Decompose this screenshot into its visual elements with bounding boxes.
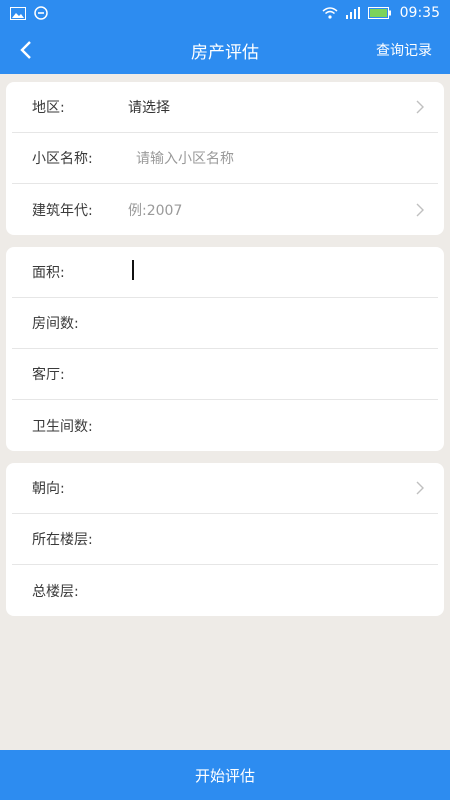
bathrooms-row[interactable]: 卫生间数: xyxy=(12,400,438,451)
region-label: 地区: xyxy=(32,100,65,116)
wifi-icon xyxy=(322,7,338,19)
status-bar: 09:35 xyxy=(0,0,450,26)
community-label: 小区名称: xyxy=(32,151,93,167)
chevron-right-icon xyxy=(416,481,424,495)
rooms-row[interactable]: 房间数: xyxy=(12,298,438,349)
floor-row[interactable]: 所在楼层: xyxy=(12,514,438,565)
area-label: 面积: xyxy=(32,265,65,281)
query-history-button[interactable]: 查询记录 xyxy=(376,40,432,60)
rooms-label: 房间数: xyxy=(32,316,79,332)
total-floors-row[interactable]: 总楼层: xyxy=(12,565,438,616)
area-row[interactable]: 面积: xyxy=(12,247,438,298)
floor-info-card: 朝向: 所在楼层: 总楼层: xyxy=(6,463,444,616)
total-floors-label: 总楼层: xyxy=(32,583,79,600)
halls-row[interactable]: 客厅: xyxy=(12,349,438,400)
orientation-row[interactable]: 朝向: xyxy=(12,463,438,514)
start-evaluation-button[interactable]: 开始评估 xyxy=(0,750,450,800)
location-card: 地区: 请选择 小区名称: 请输入小区名称 建筑年代: 例:2007 xyxy=(6,82,444,235)
build-year-select[interactable]: 例:2007 xyxy=(128,200,416,220)
app-bar: 房产评估 查询记录 xyxy=(0,26,450,74)
chevron-left-icon xyxy=(20,41,31,59)
text-cursor xyxy=(132,260,134,280)
chevron-right-icon xyxy=(416,203,424,217)
halls-label: 客厅: xyxy=(32,367,65,383)
floor-label: 所在楼层: xyxy=(32,532,93,548)
chevron-right-icon xyxy=(416,100,424,114)
image-icon xyxy=(10,6,26,20)
status-time: 09:35 xyxy=(399,5,440,21)
orientation-label: 朝向: xyxy=(32,481,65,497)
notification-icon xyxy=(34,6,48,20)
back-button[interactable] xyxy=(12,36,40,64)
community-name-input[interactable]: 请输入小区名称 xyxy=(128,148,424,168)
region-select[interactable]: 请选择 xyxy=(128,97,416,117)
community-row[interactable]: 小区名称: 请输入小区名称 xyxy=(12,133,438,184)
house-details-card: 面积: 房间数: 客厅: 卫生间数: xyxy=(6,247,444,451)
area-input[interactable] xyxy=(128,260,424,284)
build-year-row[interactable]: 建筑年代: 例:2007 xyxy=(12,184,438,235)
signal-icon xyxy=(345,7,360,19)
region-row[interactable]: 地区: 请选择 xyxy=(12,82,438,133)
battery-icon xyxy=(367,7,392,19)
bathrooms-label: 卫生间数: xyxy=(32,418,93,435)
build-year-label: 建筑年代: xyxy=(32,202,93,219)
